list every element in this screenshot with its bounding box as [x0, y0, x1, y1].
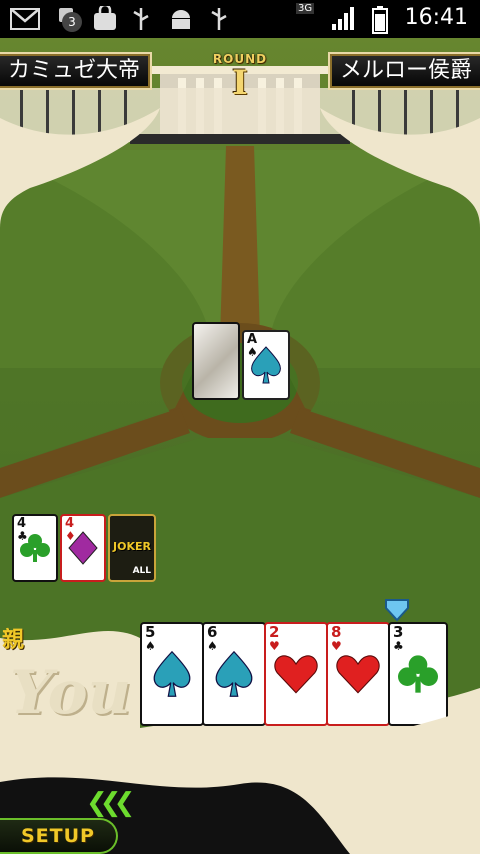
setup-button[interactable]: SETUP: [0, 818, 118, 854]
opponent-left-nameplate: カミュゼ大帝: [0, 52, 153, 90]
bag-icon: [92, 3, 118, 32]
pile-card[interactable]: 4 ♣: [12, 514, 58, 582]
game-field: カミュゼ大帝 メルロー侯爵 ROUND I A ♠ 4 ♣ 4 ♦ JOKER …: [0, 38, 480, 854]
android-icon: [168, 6, 194, 32]
joker-card-subtitle: ALL: [132, 566, 151, 576]
usb-icon: [128, 6, 154, 32]
played-card: A ♠: [242, 330, 290, 400]
selection-marker-icon: [385, 599, 409, 622]
played-card-face: [244, 332, 288, 398]
clock: 16:41: [404, 5, 468, 30]
usb-icon: [206, 6, 232, 32]
gmail-icon: [10, 6, 40, 32]
signal-icon: [330, 6, 356, 32]
deck-card[interactable]: [192, 322, 240, 400]
opponent-right-nameplate: メルロー侯爵: [327, 52, 480, 90]
round-number: I: [232, 63, 248, 103]
joker-card[interactable]: JOKER ALL: [108, 514, 156, 582]
joker-card-title: JOKER: [113, 540, 151, 553]
battery-icon: [372, 6, 388, 34]
scroll-left-chevron-icon[interactable]: ❮❮❮: [86, 790, 135, 816]
pile-card-face: [62, 516, 104, 580]
pile-card[interactable]: 4 ♦: [60, 514, 106, 582]
dealer-mark: 親: [2, 628, 25, 653]
pile-card-face: [14, 516, 56, 580]
network-type-label: 3G: [296, 3, 315, 14]
notification-count-badge: 3: [62, 12, 82, 32]
status-bar: 3 3G 16:41: [0, 0, 480, 38]
